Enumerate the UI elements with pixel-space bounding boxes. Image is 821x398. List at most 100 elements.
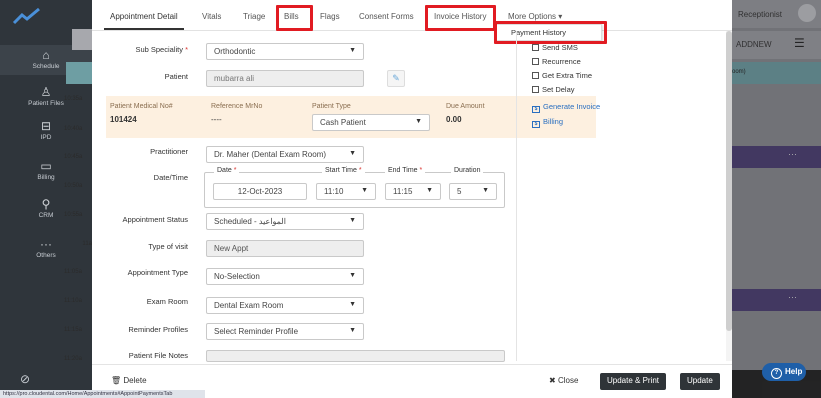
status-bar-url: https://pro.cloudental.com/Home/Appointm… [0,390,205,398]
sidebar: ⌂ Schedule ♙ Patient Files ⊟ IPD ▭ Billi… [0,0,92,398]
tab-more-options[interactable]: More Options ▾ [508,12,562,21]
appt-type-value: No-Selection [214,272,260,281]
checkbox-icon [532,44,539,51]
chevron-down-icon: ▼ [349,327,356,334]
visit-type-label: Type of visit [148,242,188,251]
recurrence-checkbox[interactable]: Recurrence [532,57,581,66]
sidebar-item-label: Patient Files [28,100,64,107]
start-time-value: 11:10 [324,187,344,196]
help-button[interactable]: Help [762,363,806,381]
appt-type-select[interactable]: No-Selection ▼ [206,268,364,285]
practitioner-value: Dr. Maher (Dental Exam Room) [214,150,327,159]
update-print-button[interactable]: Update & Print [600,373,667,390]
time-slot: 10:40a [64,126,83,132]
trash-icon: 🗑 [111,376,122,385]
end-time-select[interactable]: 11:15 ▼ [385,183,441,200]
exam-room-value: Dental Exam Room [214,301,284,310]
chevron-down-icon: ▼ [349,272,356,279]
close-button[interactable]: ✖ Close [542,373,586,390]
patient-type-select[interactable]: Cash Patient ▼ [312,114,430,131]
close-label: Close [557,376,579,385]
reference-label: Reference MrNo [211,103,263,110]
extra-time-checkbox[interactable]: Get Extra Time [532,71,592,80]
checkbox-icon [532,86,539,93]
chevron-down-icon: ▼ [349,301,356,308]
status-label: Appointment Status [122,215,188,224]
medical-no-label: Patient Medical No# [110,103,173,110]
highlight-bills-tab [276,5,313,31]
set-delay-checkbox[interactable]: Set Delay [532,85,575,94]
chevron-down-icon: ▼ [349,150,356,157]
patient-type-value: Cash Patient [320,118,366,127]
datetime-label: Date/Time [153,173,188,182]
reminder-label: Reminder Profiles [128,325,188,334]
reminder-value: Select Reminder Profile [214,327,299,336]
appt-type-label: Appointment Type [127,268,188,277]
appointment-modal: Appointment Detail Vitals Triage Bills F… [92,0,732,398]
end-time-label: End Time * [385,167,426,174]
chevron-down-icon: ▼ [482,187,489,194]
checkbox-icon [532,58,539,65]
start-time-label: Start Time * [322,167,365,174]
billing-link[interactable]: $ Billing [532,117,563,128]
sub-speciality-select[interactable]: Orthodontic ▼ [206,43,364,60]
collapse-icon[interactable]: ⊘ [20,372,30,386]
practitioner-select[interactable]: Dr. Maher (Dental Exam Room) ▼ [206,146,364,163]
date-label: Date * [214,167,240,174]
chevron-down-icon: ▼ [349,217,356,224]
close-icon: ✖ [549,376,556,385]
options-panel: Send SMS Recurrence Get Extra Time Set D… [516,31,732,361]
sidebar-item-label: Schedule [32,63,60,70]
chevron-down-icon: ▼ [349,47,356,54]
duration-select[interactable]: 5 ▼ [449,183,497,200]
patient-label: Patient [164,72,188,81]
due-amount-value: 0.00 [446,115,462,124]
chevron-down-icon: ▼ [415,118,422,125]
practitioner-label: Practitioner [150,147,188,156]
reminder-select[interactable]: Select Reminder Profile ▼ [206,323,364,340]
time-slot: 10:50a [64,183,83,189]
status-select[interactable]: Scheduled - المواعيد ▼ [206,213,364,230]
sidebar-item-label: Billing [37,174,55,181]
checkbox-icon [532,72,539,79]
datetime-fieldset: Date * Start Time * End Time * Duration … [204,167,505,208]
date-input[interactable]: 12-Oct-2023 [213,183,307,200]
send-sms-checkbox[interactable]: Send SMS [532,43,578,52]
tab-flags[interactable]: Flags [320,12,340,21]
time-slot: 10:35a [64,96,83,102]
delete-button[interactable]: 🗑 Delete [104,373,154,390]
sidebar-item-label: Others [36,252,56,259]
exam-room-label: Exam Room [146,297,188,306]
reference-value: ---- [211,115,222,124]
chevron-down-icon: ▼ [361,187,368,194]
highlight-invoice-history-tab [425,5,496,31]
end-time-value: 11:15 [393,187,413,196]
sidebar-item-label: CRM [38,212,54,219]
duration-label: Duration [451,167,484,174]
notes-field[interactable] [206,350,505,362]
update-button[interactable]: Update [680,373,720,390]
tab-appointment-detail[interactable]: Appointment Detail [104,12,184,30]
tab-vitals[interactable]: Vitals [202,12,221,21]
sub-speciality-label: Sub Speciality * [135,45,188,54]
duration-value: 5 [457,187,462,196]
generate-invoice-link[interactable]: $ Generate Invoice [532,102,600,113]
app-logo-icon [12,7,40,25]
tab-consent-forms[interactable]: Consent Forms [359,12,414,21]
crm-icon: ⚲ [41,197,51,211]
notes-label: Patient File Notes [128,351,188,360]
chevron-down-icon: ▼ [426,187,433,194]
visit-type-field: New Appt [206,240,364,257]
sidebar-item-label: IPD [40,134,52,141]
start-time-select[interactable]: 11:10 ▼ [316,183,376,200]
tab-triage[interactable]: Triage [243,12,265,21]
invoice-icon: $ [532,106,540,113]
delete-label: Delete [123,376,147,385]
edit-icon[interactable]: ✎ [387,70,405,87]
sub-speciality-value: Orthodontic [214,47,256,56]
patient-type-label: Patient Type [312,103,351,110]
exam-room-select[interactable]: Dental Exam Room ▼ [206,297,364,314]
scrollbar[interactable] [726,31,732,361]
scrollbar-thumb[interactable] [726,31,732,331]
medical-no-value: 101424 [110,115,137,124]
